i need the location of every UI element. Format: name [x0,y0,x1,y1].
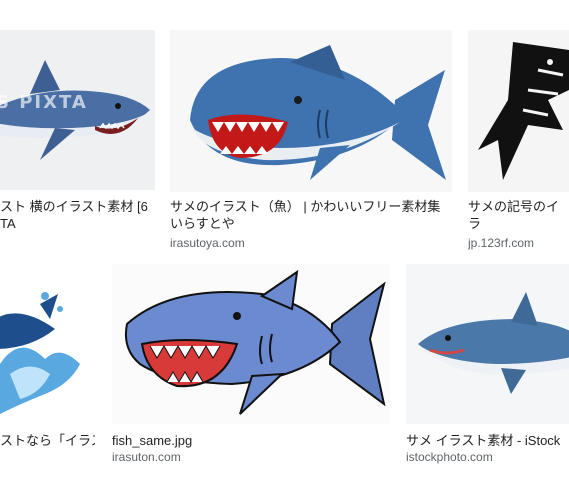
image-thumbnail[interactable] [112,264,390,424]
result-site[interactable]: irasutoya.com [170,236,452,250]
result-site[interactable]: irasuton.com [112,450,390,464]
image-thumbnail[interactable] [406,264,569,424]
result-title[interactable]: fish_same.jpg [112,432,390,450]
watermark-text: S PIXTA [0,92,88,113]
image-result-6[interactable]: サメ イラスト素材 - iStock istockphoto.com [406,264,569,474]
image-thumbnail[interactable] [0,264,95,424]
shark-thumbnail-4 [0,264,95,424]
image-thumbnail[interactable] [468,30,569,192]
shark-thumbnail-6 [406,264,569,424]
result-title[interactable]: サメのイラスト（魚） | かわいいフリー素材集 いらすとや [170,198,452,234]
result-title[interactable]: サメの記号のイラ - Image 3373308 [468,198,569,234]
image-thumbnail[interactable]: S PIXTA [0,30,155,190]
result-title[interactable]: ストなら「イラス [0,432,95,450]
image-result-5[interactable]: fish_same.jpg irasuton.com [112,264,390,474]
result-title[interactable]: スト 横のイラスト素材 [6 TA [0,198,155,234]
image-thumbnail[interactable] [170,30,452,192]
result-title[interactable]: サメ イラスト素材 - iStock [406,432,569,450]
image-result-3[interactable]: サメの記号のイラ - Image 3373308 jp.123rf.com [468,30,569,250]
shark-thumbnail-5 [112,264,390,424]
image-results-grid: S PIXTA スト 横のイラスト素材 [6 TA サメのイラスト（魚） | か… [0,0,569,478]
image-result-2[interactable]: サメのイラスト（魚） | かわいいフリー素材集 いらすとや irasutoya.… [170,30,452,250]
image-result-1[interactable]: S PIXTA スト 横のイラスト素材 [6 TA [0,30,155,240]
result-site[interactable]: jp.123rf.com [468,236,569,250]
image-result-4[interactable]: ストなら「イラス [0,264,95,464]
shark-thumbnail-3 [468,30,569,192]
result-site[interactable]: istockphoto.com [406,450,569,464]
shark-thumbnail-1: S PIXTA [0,30,155,190]
shark-thumbnail-2 [170,30,452,192]
